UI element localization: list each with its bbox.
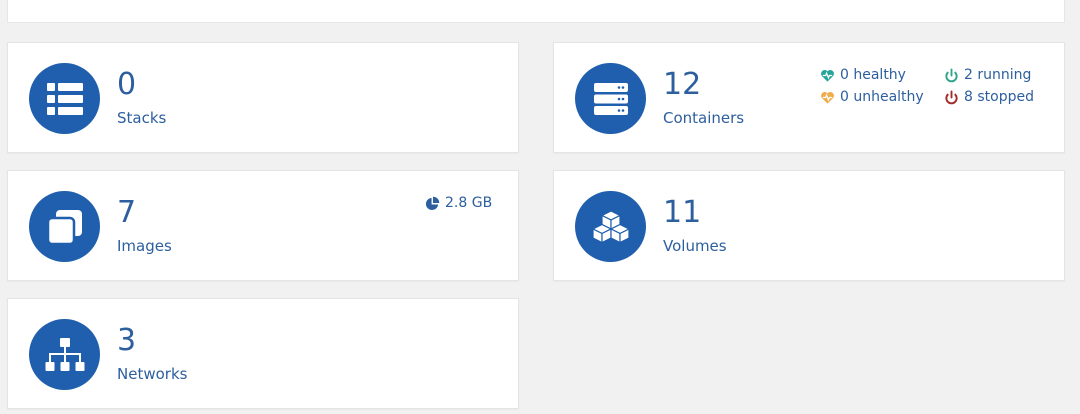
containers-count: 12 — [663, 67, 702, 102]
volumes-icon-circle — [575, 191, 646, 262]
unhealthy-count: 0 unhealthy — [840, 89, 924, 105]
images-icon — [46, 209, 82, 245]
power-icon — [945, 67, 958, 82]
volumes-count: 11 — [663, 195, 702, 230]
unhealthy-stat: 0 unhealthy — [820, 88, 924, 106]
running-stat: 2 running — [944, 66, 1031, 84]
pie-chart-icon — [425, 196, 440, 210]
running-count: 2 running — [964, 67, 1032, 83]
volumes-label: Volumes — [663, 237, 727, 255]
top-panel — [7, 0, 1065, 23]
healthy-stat: 0 healthy — [820, 66, 906, 84]
volumes-tile[interactable]: 11 Volumes — [553, 170, 1065, 281]
images-count: 7 — [117, 195, 137, 230]
stacks-icon — [46, 82, 83, 115]
containers-icon — [593, 82, 628, 115]
stopped-count: 8 stopped — [964, 89, 1034, 105]
networks-count: 3 — [117, 323, 137, 358]
stacks-icon-circle — [29, 63, 100, 134]
networks-tile[interactable]: 3 Networks — [7, 298, 519, 409]
stopped-stat: 8 stopped — [944, 88, 1034, 106]
stacks-label: Stacks — [117, 109, 167, 127]
heartbeat-icon — [821, 91, 834, 104]
images-tile[interactable]: 7 Images 2.8 GB — [7, 170, 519, 281]
images-icon-circle — [29, 191, 100, 262]
volumes-icon — [591, 209, 630, 243]
stacks-count: 0 — [117, 67, 137, 102]
stacks-tile[interactable]: 0 Stacks — [7, 42, 519, 153]
images-label: Images — [117, 237, 172, 255]
images-size-stat: 2.8 GB — [425, 194, 492, 212]
networks-label: Networks — [117, 365, 188, 383]
containers-label: Containers — [663, 109, 745, 127]
containers-tile[interactable]: 12 Containers 0 healthy 0 unhealthy 2 ru… — [553, 42, 1065, 153]
heartbeat-icon — [821, 69, 834, 82]
healthy-count: 0 healthy — [840, 67, 906, 83]
containers-icon-circle — [575, 63, 646, 134]
networks-icon — [45, 337, 84, 371]
images-size: 2.8 GB — [445, 195, 493, 211]
power-icon — [945, 89, 958, 104]
networks-icon-circle — [29, 319, 100, 390]
